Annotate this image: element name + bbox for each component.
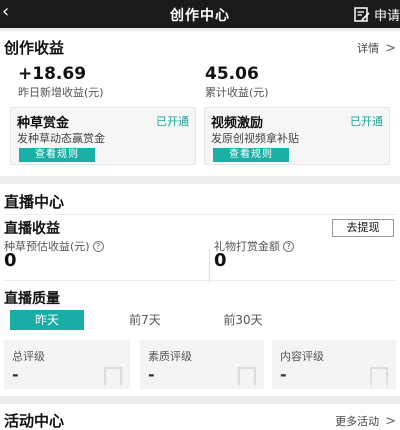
more-activities-link[interactable]: 更多活动 > (335, 413, 396, 429)
estimated-earnings-text: 种草预估收益(元) (4, 240, 90, 253)
more-activities-label: 更多活动 (335, 415, 380, 428)
watermark-icon (370, 367, 388, 385)
video-incentive-title: 视频激励 (211, 116, 264, 131)
quality-rating-label: 素质评级 (148, 350, 192, 363)
chevron-right-icon: > (385, 41, 396, 56)
total-earnings-label: 累计收益(元) (205, 86, 269, 99)
details-link[interactable]: 详情 > (357, 40, 396, 56)
quality-rating-value: - (148, 365, 155, 384)
divider (4, 214, 396, 215)
tab-last-7-days[interactable]: 前7天 (108, 310, 182, 330)
video-incentive-status: 已开通 (350, 115, 383, 128)
overall-rating-label: 总评级 (12, 350, 45, 363)
live-earnings-title: 直播收益 (4, 221, 60, 237)
activity-center-title: 活动中心 (4, 412, 65, 430)
top-bar: ‹ 创作中心 申请 (0, 0, 400, 28)
content-rating-value: - (280, 365, 287, 384)
live-quality-title: 直播质量 (4, 291, 60, 307)
video-incentive-card[interactable]: 视频激励 已开通 发原创视频拿补贴 查看规则 (204, 107, 390, 165)
creation-earnings-title: 创作收益 (4, 39, 65, 57)
help-icon[interactable]: ? (92, 241, 104, 252)
document-edit-icon (354, 6, 370, 23)
watermark-icon (238, 367, 256, 385)
total-earnings-value: 45.06 (205, 64, 259, 84)
seeding-bounty-title: 种草赏金 (17, 116, 70, 131)
page-title: 创作中心 (170, 8, 230, 24)
video-incentive-desc: 发原创视频拿补贴 (211, 132, 299, 145)
period-tabs: 昨天 前7天 前30天 (10, 310, 304, 330)
apply-label: 申请 (373, 9, 400, 24)
content-rating-box: 内容评级 - (272, 340, 396, 389)
seeding-bounty-rules-button[interactable]: 查看规则 (19, 148, 95, 162)
seeding-bounty-desc: 发种草动态赢赏金 (17, 132, 105, 145)
seeding-bounty-card[interactable]: 种草赏金 已开通 发种草动态赢赏金 查看规则 (10, 107, 196, 165)
seeding-bounty-status: 已开通 (156, 115, 189, 128)
details-label: 详情 (357, 42, 380, 55)
activity-center-card: 活动中心 更多活动 > (0, 404, 400, 430)
live-center-title: 直播中心 (4, 193, 65, 211)
gift-amount-value: 0 (214, 250, 227, 271)
tab-yesterday[interactable]: 昨天 (10, 310, 84, 330)
overall-rating-box: 总评级 - (4, 340, 130, 389)
yesterday-earnings-value: +18.69 (18, 64, 87, 84)
apply-button[interactable]: 申请 (354, 5, 400, 24)
help-icon[interactable]: ? (283, 241, 294, 252)
watermark-icon (104, 367, 122, 385)
video-incentive-rules-button[interactable]: 查看规则 (213, 148, 289, 162)
yesterday-earnings-label: 昨日新增收益(元) (18, 86, 104, 99)
estimated-earnings-label: 种草预估收益(元)? (4, 238, 104, 254)
tab-last-30-days[interactable]: 前30天 (206, 310, 280, 330)
divider (4, 280, 396, 281)
live-center-card: 直播中心 直播收益 去提现 种草预估收益(元)? 0 礼物打赏金额? 0 直播质… (0, 184, 400, 396)
divider (209, 249, 210, 283)
chevron-right-icon: > (385, 414, 396, 429)
withdraw-button[interactable]: 去提现 (332, 219, 394, 237)
estimated-earnings-value: 0 (4, 250, 17, 271)
content-rating-label: 内容评级 (280, 350, 324, 363)
overall-rating-value: - (12, 365, 19, 384)
quality-rating-box: 素质评级 - (140, 340, 264, 389)
